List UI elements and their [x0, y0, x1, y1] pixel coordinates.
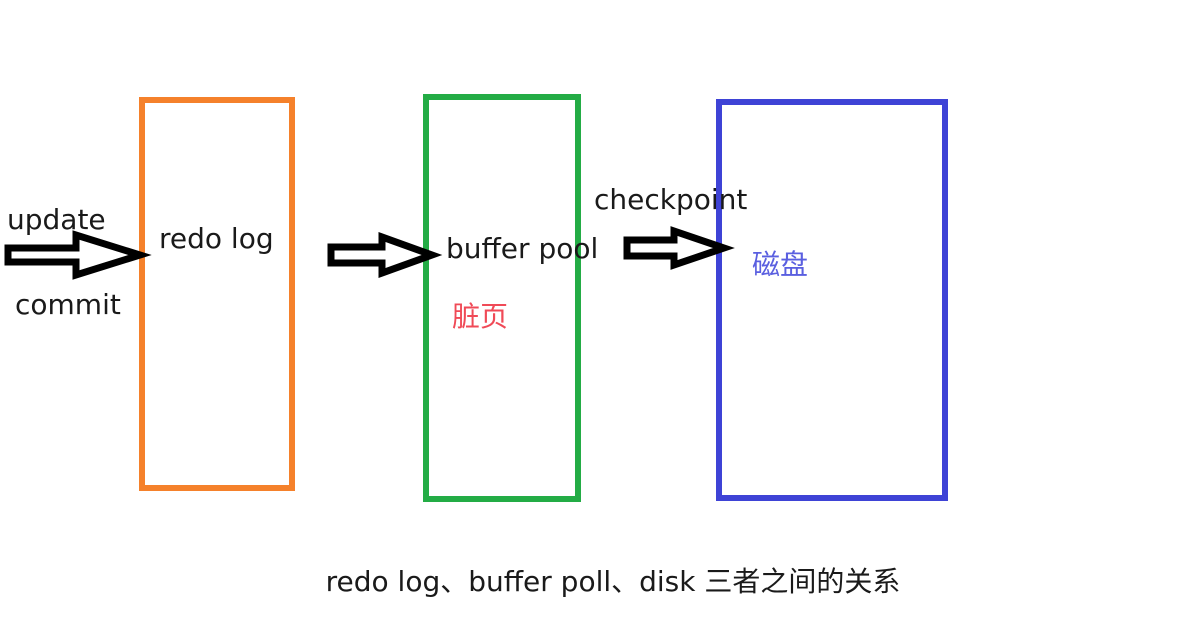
buffer-pool-label: buffer pool [446, 232, 599, 265]
redo-log-label: redo log [159, 222, 274, 255]
checkpoint-arrow-icon [623, 226, 735, 270]
buffer-pool-box [423, 94, 581, 502]
diagram-caption: redo log、buffer poll、disk 三者之间的关系 [325, 565, 901, 598]
commit-label: commit [15, 288, 121, 321]
update-label: update [7, 203, 106, 236]
redo-to-buffer-arrow-icon [327, 232, 443, 278]
dirty-page-label: 脏页 [452, 300, 509, 333]
checkpoint-label: checkpoint [594, 183, 748, 216]
disk-label: 磁盘 [752, 248, 809, 281]
update-commit-arrow-icon [4, 230, 152, 280]
disk-box [716, 99, 948, 501]
redo-log-box [139, 97, 295, 491]
